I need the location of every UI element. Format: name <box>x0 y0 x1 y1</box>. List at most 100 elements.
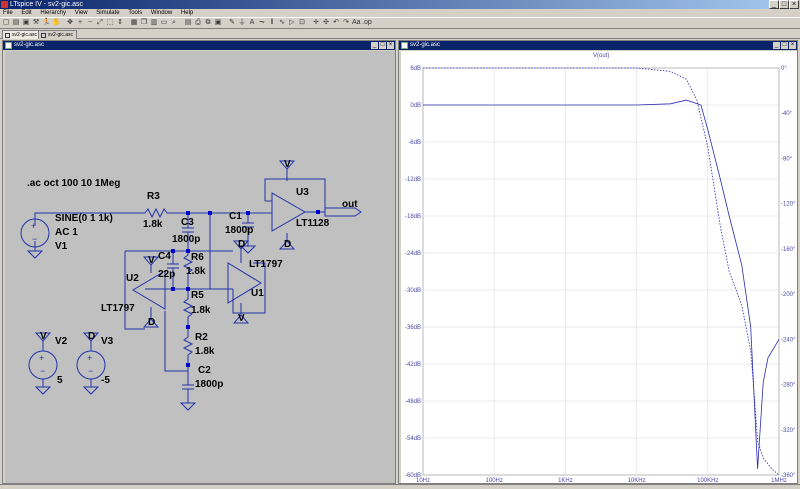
x-tick-label: 1KHz <box>558 478 573 483</box>
zoom-in-icon[interactable]: + <box>76 19 84 27</box>
undo-icon[interactable]: ↶ <box>332 19 340 27</box>
c3-name: C3 <box>181 217 194 228</box>
tab-strip: sv2-gic.asc sv2-gic.asc <box>0 29 800 39</box>
zoom-fit-icon[interactable]: ⤢ <box>96 19 104 27</box>
paste-icon[interactable]: ▣ <box>214 19 222 27</box>
schematic-window-titlebar: sv2-gic.asc _ □ × <box>3 41 395 50</box>
junction-dot <box>246 211 250 215</box>
menu-file[interactable]: File <box>3 10 13 16</box>
status-bar <box>0 484 800 489</box>
junction-dot <box>171 287 175 291</box>
spice-dir-icon[interactable]: ▭ <box>160 19 168 27</box>
plot-minimize-button[interactable]: _ <box>773 42 780 49</box>
y-tick-label: -54dB <box>405 436 421 442</box>
minimize-button[interactable]: _ <box>769 0 779 9</box>
tile-icon[interactable]: ▥ <box>150 19 158 27</box>
menu-view[interactable]: View <box>75 10 88 16</box>
tab-plot[interactable]: sv2-gic.asc <box>38 30 78 39</box>
x-tick-label: 1MHz <box>771 478 787 483</box>
menu-hierarchy[interactable]: Hierarchy <box>40 10 66 16</box>
v2-name: V2 <box>55 336 68 347</box>
ground-icon[interactable]: ⏚ <box>238 19 246 27</box>
ground-c2-icon <box>179 402 197 411</box>
find-icon[interactable]: ⌕ <box>170 19 178 27</box>
u1-model: LT1797 <box>249 259 283 270</box>
y-tick-label: 0dB <box>410 103 421 109</box>
schematic-icon[interactable]: ▦ <box>130 19 138 27</box>
open-icon[interactable]: ▤ <box>12 19 20 27</box>
svg-text:−: − <box>40 366 45 376</box>
schematic-window: sv2-gic.asc _ □ × + − + − + − V D D V V … <box>2 40 396 484</box>
inductor-icon[interactable]: ∿ <box>278 19 286 27</box>
run-icon[interactable]: 🏃 <box>42 19 51 27</box>
print-icon[interactable]: ⎙ <box>194 19 202 27</box>
y-tick-label: -42dB <box>405 362 421 368</box>
close-button[interactable]: × <box>789 0 799 9</box>
v2-pin-label: V <box>40 331 47 342</box>
plot-close-button[interactable]: × <box>789 42 796 49</box>
menu-tools[interactable]: Tools <box>128 10 142 16</box>
ground-v2-icon <box>34 386 52 395</box>
plot-doc-icon <box>401 42 408 49</box>
capacitor-icon[interactable]: ‖ <box>268 19 276 27</box>
c4-value: 22p <box>158 269 175 280</box>
spice-icon[interactable]: .op <box>362 19 372 27</box>
trace-name-label: V(out) <box>593 53 609 59</box>
x-tick-label: 10Hz <box>416 478 430 483</box>
plot-canvas[interactable]: 6dB 0dB -6dB -12dB -18dB -24dB -30dB -36dB -42dB… <box>401 51 797 483</box>
diode-icon[interactable]: ▷ <box>288 19 296 27</box>
save-icon[interactable]: ▣ <box>22 19 30 27</box>
new-icon[interactable]: ▢ <box>2 19 10 27</box>
plot-window: sv2-gic.asc _ □ × 6dB 0dB -6dB -12dB -18dB -2… <box>398 40 798 484</box>
junction-dot <box>186 287 190 291</box>
cascade-icon[interactable]: ❐ <box>140 19 148 27</box>
schematic-minimize-button[interactable]: _ <box>371 42 378 49</box>
schematic-canvas[interactable]: + − + − + − V D D V V D V D .ac oct 100 … <box>5 51 395 483</box>
drag-icon[interactable]: ✣ <box>322 19 330 27</box>
spice-directive: .ac oct 100 10 1Meg <box>27 178 120 189</box>
junction-dot <box>208 211 212 215</box>
wire-v2-v3-gnd <box>42 379 92 387</box>
c1-name: C1 <box>229 211 242 222</box>
pan-icon[interactable]: ✥ <box>66 19 74 27</box>
redo-icon[interactable]: ↷ <box>342 19 350 27</box>
y2-tick-label: -40° <box>781 111 793 117</box>
c4-name: C4 <box>158 251 171 262</box>
zoom-out-icon[interactable]: − <box>86 19 94 27</box>
autorange-icon[interactable]: ⇕ <box>116 19 124 27</box>
x-tick-label: 10KHz <box>628 478 646 483</box>
halt-icon[interactable]: ✋ <box>52 19 61 27</box>
text-icon[interactable]: Aa <box>352 19 361 27</box>
u3-pin-neg-label: D <box>284 239 291 250</box>
r2-resistor-shape <box>182 327 194 365</box>
menu-simulate[interactable]: Simulate <box>96 10 119 16</box>
menu-window[interactable]: Window <box>151 10 172 16</box>
move-icon[interactable]: ✛ <box>312 19 320 27</box>
label-icon[interactable]: A <box>248 19 256 27</box>
maximize-button[interactable]: □ <box>779 0 789 9</box>
u1-pin-pos-label: V <box>238 313 245 324</box>
schematic-close-button[interactable]: × <box>387 42 394 49</box>
u1-name: U1 <box>251 288 264 299</box>
wrench-icon[interactable]: ⚒ <box>32 19 40 27</box>
zoom-area-icon[interactable]: ⬚ <box>106 19 114 27</box>
schematic-maximize-button[interactable]: □ <box>379 42 386 49</box>
junction-dot <box>316 210 320 214</box>
wire-icon[interactable]: ✎ <box>228 19 236 27</box>
tab-schematic[interactable]: sv2-gic.asc <box>2 30 42 39</box>
menu-help[interactable]: Help <box>181 10 193 16</box>
print-setup-icon[interactable]: ▤ <box>184 19 192 27</box>
y2-tick-label: -120° <box>781 202 796 208</box>
schematic-doc-icon <box>5 42 12 49</box>
u1-pin-neg-label: D <box>238 239 245 250</box>
v1-name: V1 <box>55 241 68 252</box>
resistor-icon[interactable]: ⏦ <box>258 19 266 27</box>
y2-tick-label: -240° <box>781 337 796 343</box>
ground-v1-icon <box>26 250 44 259</box>
junction-dot <box>171 249 175 253</box>
menu-edit[interactable]: Edit <box>21 10 31 16</box>
component-icon[interactable]: ⊡ <box>298 19 306 27</box>
copy-icon[interactable]: ⧉ <box>204 19 212 27</box>
r5-name: R5 <box>191 290 204 301</box>
plot-maximize-button[interactable]: □ <box>781 42 788 49</box>
